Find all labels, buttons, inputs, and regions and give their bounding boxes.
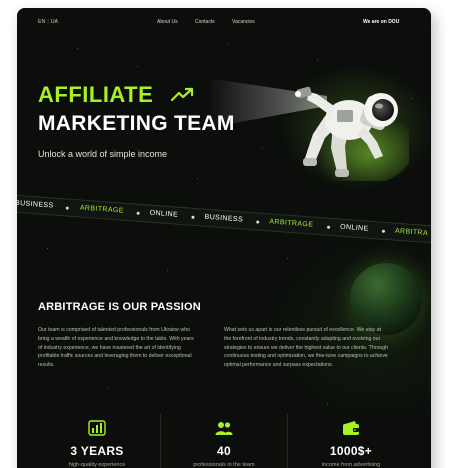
bar-chart-icon bbox=[88, 420, 106, 436]
star bbox=[317, 60, 318, 61]
star bbox=[137, 66, 138, 67]
stat-label: professionals in the team bbox=[193, 462, 255, 468]
ribbon-dot bbox=[136, 211, 140, 215]
star bbox=[167, 270, 168, 271]
stat-label: high-quality experience bbox=[68, 462, 126, 468]
star bbox=[77, 48, 78, 49]
language-switcher: EN | UA bbox=[38, 19, 59, 25]
lang-ua[interactable]: UA bbox=[51, 19, 58, 25]
wallet-icon bbox=[343, 421, 359, 435]
ribbon-dot bbox=[191, 215, 195, 219]
star bbox=[107, 388, 108, 389]
ribbon-item: BUSINESS bbox=[204, 213, 244, 224]
ribbon-dot bbox=[326, 225, 331, 229]
star bbox=[412, 98, 413, 99]
lang-en[interactable]: EN bbox=[38, 19, 45, 25]
star bbox=[287, 258, 288, 259]
stat-experience: 3 YEARS high-quality experience bbox=[33, 418, 161, 468]
ribbon-item: ONLINE bbox=[149, 209, 179, 219]
star bbox=[327, 403, 328, 404]
star bbox=[47, 248, 48, 249]
passion-paragraph-left: Our team is comprised of talented profes… bbox=[38, 327, 194, 369]
nav-link-contacts[interactable]: Contacts bbox=[195, 19, 215, 25]
stat-value: 40 bbox=[217, 444, 231, 458]
ribbon-dot bbox=[381, 229, 386, 233]
hero-title-line1: AFFILIATE bbox=[38, 82, 154, 107]
astronaut-illustration bbox=[295, 86, 409, 181]
stat-value: 1000$+ bbox=[329, 444, 373, 458]
stat-income: 1000$+ income from advertising bbox=[287, 418, 415, 468]
stat-label: income from advertising bbox=[321, 462, 381, 468]
star bbox=[197, 178, 198, 179]
stat-value: 3 YEARS bbox=[70, 444, 124, 458]
nav-link-vacancies[interactable]: Vacancies bbox=[232, 19, 255, 25]
ribbon-item: ARBITRAGE bbox=[79, 204, 125, 215]
ribbon-item: ONLINE bbox=[339, 223, 369, 233]
nav-link-about-us[interactable]: About Us bbox=[157, 19, 178, 25]
ribbon-item: ARBITRA bbox=[394, 227, 429, 238]
stat-team: 40 professionals in the team bbox=[160, 418, 288, 468]
landing-page: EN | UA About Us Contacts Vacancies We are… bbox=[17, 8, 431, 468]
hero-title-line2: MARKETING TEAM bbox=[38, 112, 235, 135]
passion-paragraph-right: What sets us apart is our relentless pur… bbox=[224, 327, 388, 369]
ribbon-dot bbox=[65, 206, 69, 210]
ribbon-item: ARBITRAGE bbox=[269, 218, 314, 229]
star bbox=[227, 44, 228, 45]
ribbon-item: BUSINESS bbox=[17, 199, 54, 210]
people-icon bbox=[215, 422, 233, 435]
passion-heading: ARBITRAGE IS OUR PASSION bbox=[38, 301, 201, 313]
planet-decoration bbox=[350, 263, 422, 335]
dou-link[interactable]: We are on DOU bbox=[363, 19, 399, 25]
hero-subtitle: Unlock a world of simple income bbox=[38, 149, 168, 159]
ribbon-dot bbox=[256, 220, 260, 224]
trending-up-icon bbox=[171, 87, 194, 102]
star bbox=[262, 148, 263, 149]
top-nav: EN | UA About Us Contacts Vacancies We are… bbox=[17, 8, 431, 36]
